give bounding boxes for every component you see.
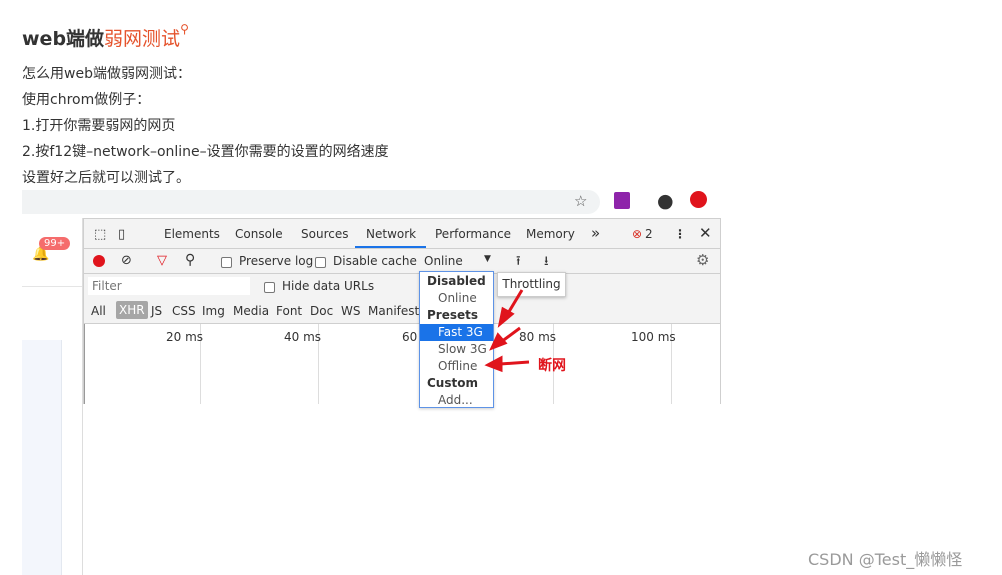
arrow-head bbox=[489, 332, 508, 351]
annotation-offline-label: 断网 bbox=[538, 358, 566, 374]
arrow-offline bbox=[499, 360, 530, 366]
arrow-head bbox=[484, 355, 503, 373]
watermark: CSDN @Test_懒懒怪 bbox=[808, 550, 963, 569]
annotation-arrows bbox=[484, 289, 530, 373]
